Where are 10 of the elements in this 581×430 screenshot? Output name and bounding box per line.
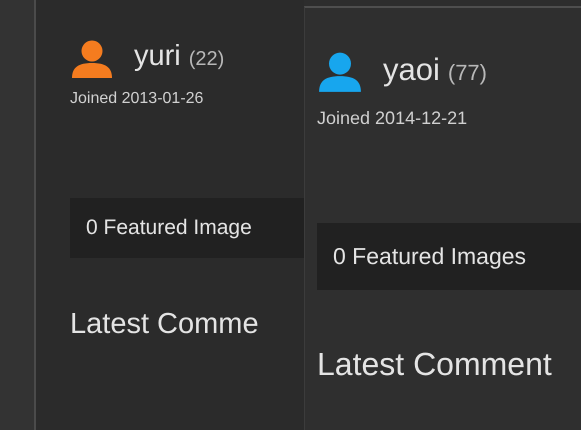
section-heading: Latest Comme (70, 308, 260, 341)
count: (77) (448, 60, 487, 86)
count: (22) (188, 48, 224, 71)
joined-date: Joined 2013-01-26 (70, 90, 204, 108)
joined-date: Joined 2014-12-21 (317, 108, 468, 129)
username[interactable]: yaoi (383, 52, 440, 88)
featured-images-box[interactable]: 0 Featured Images (317, 223, 581, 290)
featured-images-box[interactable]: 0 Featured Image (70, 198, 304, 258)
username[interactable]: yuri (134, 40, 181, 73)
section-heading: Latest Comment (317, 346, 553, 383)
